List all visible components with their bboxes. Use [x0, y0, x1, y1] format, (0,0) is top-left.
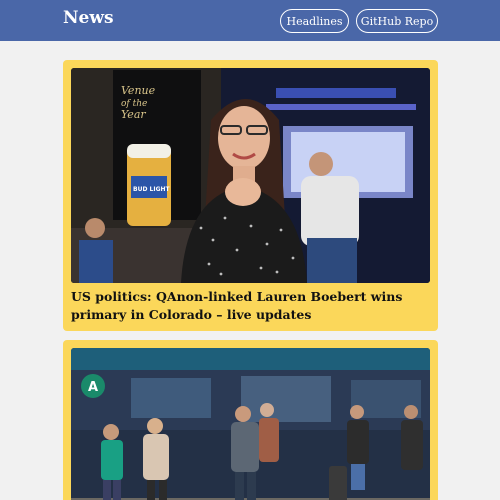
beer-label: BUD LIGHT — [133, 186, 171, 193]
github-repo-button[interactable]: GitHub Repo — [356, 9, 438, 33]
article-card[interactable]: Venue of the Year BUD LIGHT US politics:… — [63, 60, 438, 331]
article-headline[interactable]: US politics: QAnon-linked Lauren Boebert… — [71, 288, 426, 324]
article-card[interactable]: A — [63, 340, 438, 500]
sign-text-year: Year — [121, 108, 146, 121]
article-image[interactable]: A — [71, 348, 430, 500]
brand-title[interactable]: News — [63, 8, 114, 28]
headlines-button[interactable]: Headlines — [280, 9, 349, 33]
top-navbar: News Headlines GitHub Repo — [0, 0, 500, 41]
article-image[interactable]: Venue of the Year BUD LIGHT — [71, 68, 430, 283]
sign-text-venue: Venue — [121, 84, 156, 97]
terminal-sign-letter: A — [88, 380, 98, 395]
